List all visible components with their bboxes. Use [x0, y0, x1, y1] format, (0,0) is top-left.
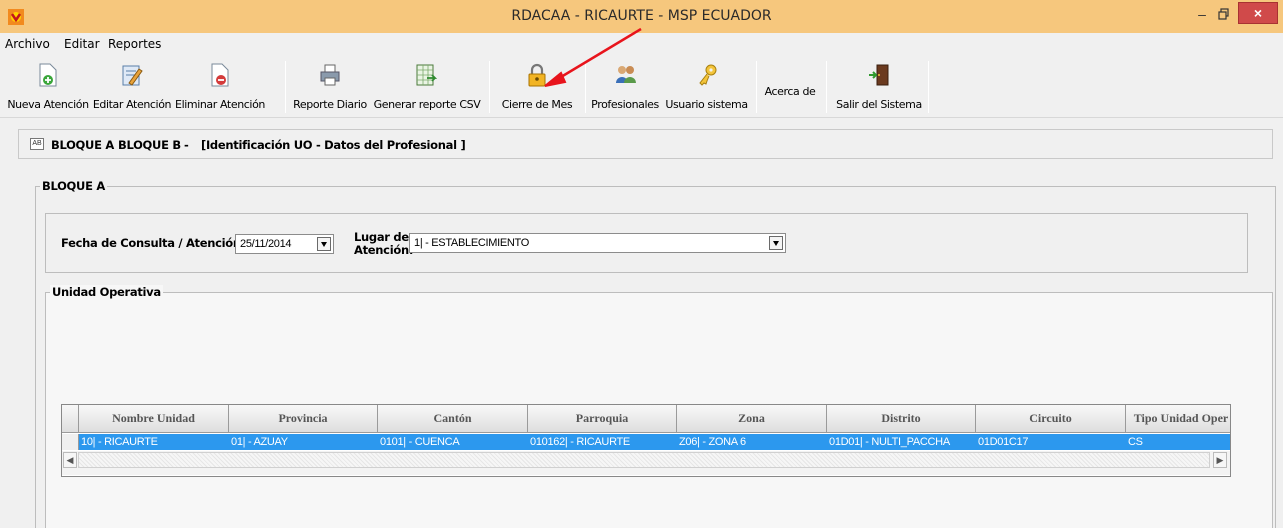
- cell-parroquia: 010162| - RICAURTE: [530, 436, 630, 448]
- cell-circuito: 01D01C17: [978, 436, 1029, 448]
- column-header-provincia[interactable]: Provincia: [229, 405, 378, 433]
- column-header-parroquia[interactable]: Parroquia: [528, 405, 677, 433]
- tab-bloque-b[interactable]: BLOQUE B: [118, 138, 181, 152]
- cell-distrito: 01D01| - NULTI_PACCHA: [829, 436, 950, 448]
- usuario-sistema-button[interactable]: Usuario sistema: [663, 61, 750, 115]
- menu-archivo[interactable]: Archivo: [5, 37, 50, 51]
- lugar-value: 1| - ESTABLECIMIENTO: [414, 237, 530, 249]
- cierre-de-mes-label: Cierre de Mes: [501, 98, 573, 111]
- chevron-down-icon[interactable]: [769, 236, 783, 250]
- edit-document-icon: [122, 65, 143, 86]
- toolbar-separator: [489, 61, 490, 113]
- maximize-button[interactable]: [1215, 4, 1233, 24]
- editar-atencion-label: Editar Atención: [92, 98, 172, 111]
- nueva-atencion-label: Nueva Atención: [7, 98, 89, 111]
- minimize-button[interactable]: –: [1193, 4, 1211, 24]
- menu-reportes[interactable]: Reportes: [108, 37, 161, 51]
- column-header-tipo[interactable]: Tipo Unidad Oper: [1126, 405, 1230, 433]
- title-bar[interactable]: RDACAA - RICAURTE - MSP ECUADOR – ×: [0, 0, 1283, 33]
- table-header: Nombre Unidad Provincia Cantón Parroquia…: [62, 405, 1230, 433]
- profesionales-label: Profesionales: [591, 98, 659, 111]
- usuario-sistema-label: Usuario sistema: [665, 98, 748, 111]
- cell-canton: 0101| - CUENCA: [380, 436, 460, 448]
- acerca-de-label: Acerca de: [764, 85, 816, 98]
- generar-csv-button[interactable]: Generar reporte CSV: [373, 61, 481, 115]
- header-description: [Identificación UO - Datos del Profesion…: [201, 138, 466, 152]
- delete-document-icon: [211, 63, 229, 87]
- scrollbar-thumb[interactable]: [78, 452, 1210, 468]
- cell-provincia: 01| - AZUAY: [231, 436, 288, 448]
- toolbar-separator: [826, 61, 827, 113]
- cell-zona: Z06| - ZONA 6: [679, 436, 746, 448]
- fecha-lugar-box: Fecha de Consulta / Atención: 25/11/2014…: [45, 213, 1248, 273]
- fecha-label: Fecha de Consulta / Atención:: [61, 236, 246, 250]
- editar-atencion-button[interactable]: Editar Atención: [91, 61, 173, 115]
- application-window: RDACAA - RICAURTE - MSP ECUADOR – × Arch…: [0, 0, 1283, 528]
- unidad-operativa-title: Unidad Operativa: [50, 285, 163, 299]
- horizontal-scrollbar[interactable]: ◀ ▶: [62, 451, 1230, 475]
- cierre-de-mes-button[interactable]: Cierre de Mes: [495, 61, 579, 115]
- column-header-zona[interactable]: Zona: [677, 405, 827, 433]
- fecha-date-picker[interactable]: 25/11/2014: [235, 234, 334, 254]
- scroll-right-arrow-icon[interactable]: ▶: [1213, 452, 1227, 468]
- unidades-table[interactable]: Nombre Unidad Provincia Cantón Parroquia…: [61, 404, 1231, 477]
- toolbar-separator: [285, 61, 286, 113]
- lugar-select[interactable]: 1| - ESTABLECIMIENTO: [409, 233, 786, 253]
- nueva-atencion-button[interactable]: Nueva Atención: [6, 61, 90, 115]
- acerca-de-button[interactable]: Acerca de: [760, 61, 820, 115]
- text-field-icon: AB: [30, 138, 44, 150]
- spreadsheet-icon: [416, 64, 437, 86]
- scroll-left-arrow-icon[interactable]: ◀: [63, 452, 77, 468]
- salir-sistema-button[interactable]: Salir del Sistema: [834, 61, 924, 115]
- users-icon: [616, 66, 636, 83]
- window-title: RDACAA - RICAURTE - MSP ECUADOR: [511, 8, 772, 24]
- reporte-diario-button[interactable]: Reporte Diario: [290, 61, 370, 115]
- chevron-down-icon[interactable]: [317, 237, 331, 251]
- toolbar-separator: [585, 61, 586, 113]
- menu-editar[interactable]: Editar: [64, 37, 100, 51]
- eliminar-atencion-label: Eliminar Atención: [175, 98, 265, 111]
- fecha-value: 25/11/2014: [240, 238, 292, 250]
- toolbar-separator: [928, 61, 929, 113]
- column-header-distrito[interactable]: Distrito: [827, 405, 976, 433]
- row-selector[interactable]: [62, 434, 79, 450]
- toolbar: Nueva Atención Editar Atención Eliminar …: [0, 55, 1283, 118]
- column-header-circuito[interactable]: Circuito: [976, 405, 1126, 433]
- lugar-label-line1: Lugar de: [354, 230, 409, 244]
- eliminar-atencion-button[interactable]: Eliminar Atención: [175, 61, 265, 115]
- reporte-diario-label: Reporte Diario: [293, 98, 367, 111]
- lock-icon: [528, 63, 546, 87]
- salir-sistema-label: Salir del Sistema: [836, 98, 922, 111]
- key-icon: [699, 64, 717, 86]
- section-header: AB BLOQUE A BLOQUE B - [Identificación U…: [18, 129, 1273, 159]
- bloque-a-title: BLOQUE A: [40, 179, 107, 193]
- row-header-corner: [62, 405, 79, 433]
- restore-icon: [1218, 8, 1229, 20]
- toolbar-separator: [756, 61, 757, 113]
- close-button[interactable]: ×: [1238, 2, 1278, 24]
- menu-bar: Archivo Editar Reportes: [0, 33, 1283, 55]
- generar-csv-label: Generar reporte CSV: [373, 98, 481, 111]
- cell-tipo: CS: [1128, 436, 1143, 448]
- column-header-nombre[interactable]: Nombre Unidad: [79, 405, 229, 433]
- tab-bloque-a[interactable]: BLOQUE A: [51, 138, 114, 152]
- exit-door-icon: [869, 64, 889, 86]
- printer-icon: [320, 64, 340, 86]
- profesionales-button[interactable]: Profesionales: [590, 61, 660, 115]
- cell-nombre: 10| - RICAURTE: [81, 436, 158, 448]
- column-header-canton[interactable]: Cantón: [378, 405, 528, 433]
- header-dash: -: [184, 138, 189, 152]
- lugar-label-line2: Atención:: [354, 243, 414, 257]
- new-document-icon: [39, 63, 57, 87]
